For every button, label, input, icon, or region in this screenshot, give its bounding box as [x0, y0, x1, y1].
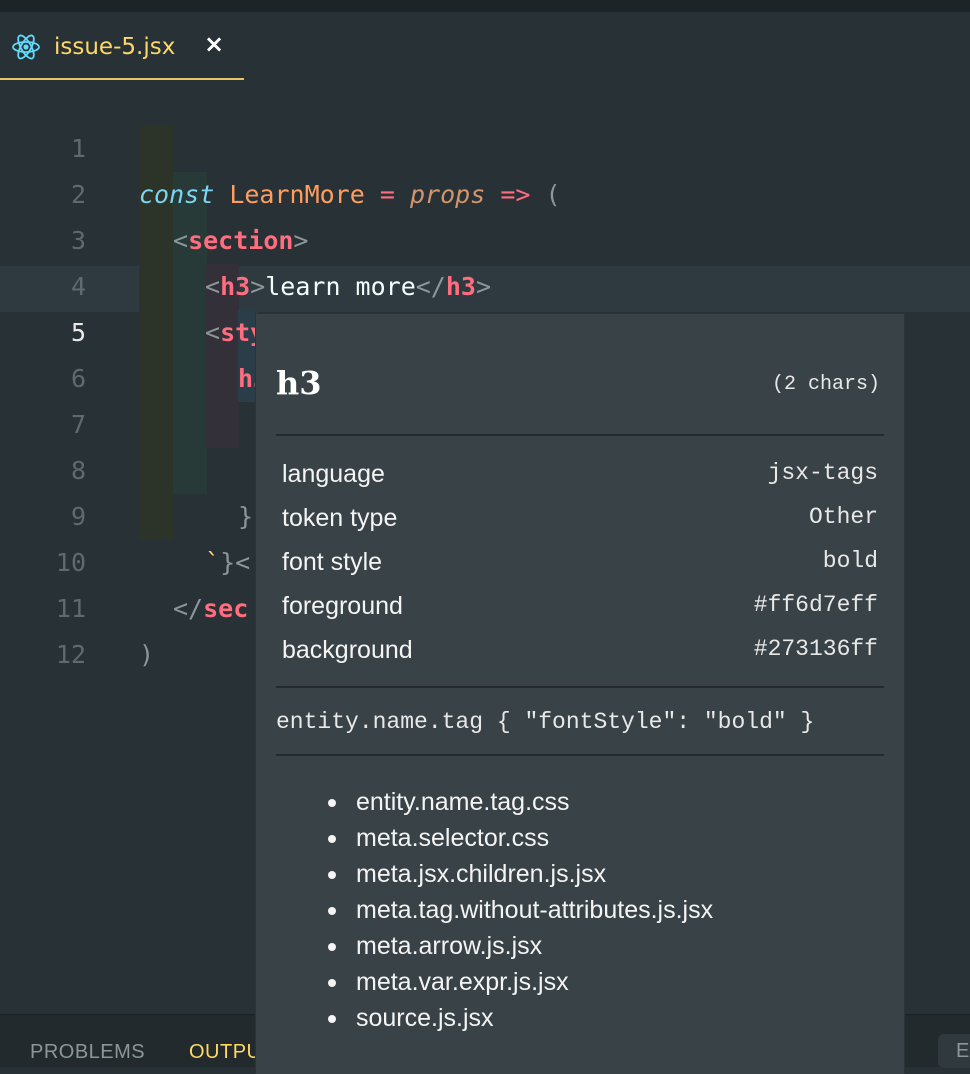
- tab-problems[interactable]: PROBLEMS: [30, 1041, 145, 1064]
- row-key: token type: [282, 504, 398, 532]
- hover-row-token-type: token type Other: [282, 504, 878, 544]
- hover-row-language: language jsx-tags: [282, 460, 878, 500]
- panel-action-button[interactable]: E: [938, 1034, 970, 1068]
- divider: [276, 686, 884, 688]
- hover-row-foreground: foreground #ff6d7eff: [282, 592, 878, 632]
- tab-filename: issue-5.jsx: [54, 34, 176, 60]
- row-value: #273136ff: [753, 636, 878, 662]
- line-number: 12: [55, 640, 86, 669]
- row-key: background: [282, 636, 413, 664]
- row-value: Other: [808, 504, 878, 530]
- close-icon[interactable]: ×: [204, 30, 224, 58]
- tab-output[interactable]: OUTPU: [189, 1041, 262, 1064]
- code-line: 4 <style jsx>{`: [0, 218, 970, 347]
- row-value: #ff6d7eff: [753, 592, 878, 618]
- code-line: 3 <h3>learn more</h3>: [0, 172, 970, 301]
- scope-item: meta.jsx.children.js.jsx: [327, 856, 713, 892]
- scope-item: meta.arrow.js.jsx: [327, 928, 713, 964]
- row-key: font style: [282, 548, 383, 576]
- row-key: language: [282, 460, 385, 488]
- scope-item: entity.name.tag.css: [327, 784, 713, 820]
- row-value: bold: [822, 548, 878, 574]
- hover-row-background: background #273136ff: [282, 636, 878, 676]
- editor-tab[interactable]: issue-5.jsx ×: [0, 12, 244, 80]
- tab-bar: issue-5.jsx ×: [0, 12, 970, 82]
- scope-item: meta.var.expr.js.jsx: [327, 964, 713, 1000]
- react-icon: [12, 34, 40, 60]
- hover-char-count: (2 chars): [771, 373, 880, 396]
- token-inspector-hover: h3 (2 chars) language jsx-tags token typ…: [256, 314, 904, 1074]
- hover-row-font-style: font style bold: [282, 548, 878, 588]
- scope-list: entity.name.tag.css meta.selector.css me…: [327, 784, 713, 1036]
- title-bar: [0, 0, 970, 12]
- hover-token: h3: [276, 364, 322, 402]
- divider: [276, 434, 884, 436]
- code-line: 5 h3 {: [0, 264, 970, 393]
- row-key: foreground: [282, 592, 403, 620]
- row-value: jsx-tags: [767, 460, 878, 486]
- code-line: 1 const LearnMore = props => (: [0, 80, 970, 209]
- scope-item: meta.selector.css: [327, 820, 713, 856]
- paren: ): [139, 640, 155, 669]
- scope-item: source.js.jsx: [327, 1000, 713, 1036]
- divider: [276, 754, 884, 756]
- code-line: 2 <section>: [0, 126, 970, 255]
- hover-theme-rule: entity.name.tag { "fontStyle": "bold" }: [276, 709, 815, 735]
- scope-item: meta.tag.without-attributes.js.jsx: [327, 892, 713, 928]
